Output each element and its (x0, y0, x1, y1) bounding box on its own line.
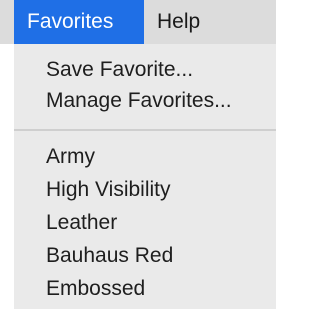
favorites-dropdown-menu: Save Favorite... Manage Favorites... Arm… (14, 44, 276, 309)
menu-favorites[interactable]: Favorites (14, 0, 144, 44)
menu-item-embossed[interactable]: Embossed (14, 274, 276, 304)
menu-item-save-favorite[interactable]: Save Favorite... (14, 55, 276, 85)
app-root: Favorites Help Save Favorite... Manage F… (0, 0, 292, 309)
menu-item-high-visibility[interactable]: High Visibility (14, 175, 276, 205)
menu-item-bauhaus-red[interactable]: Bauhaus Red (14, 241, 276, 271)
menu-separator (14, 129, 276, 131)
menu-bar: Favorites Help (0, 0, 276, 44)
menu-item-manage-favorites[interactable]: Manage Favorites... (14, 86, 276, 116)
menu-help[interactable]: Help (144, 0, 276, 44)
menu-item-leather[interactable]: Leather (14, 208, 276, 238)
menu-item-army[interactable]: Army (14, 142, 276, 172)
